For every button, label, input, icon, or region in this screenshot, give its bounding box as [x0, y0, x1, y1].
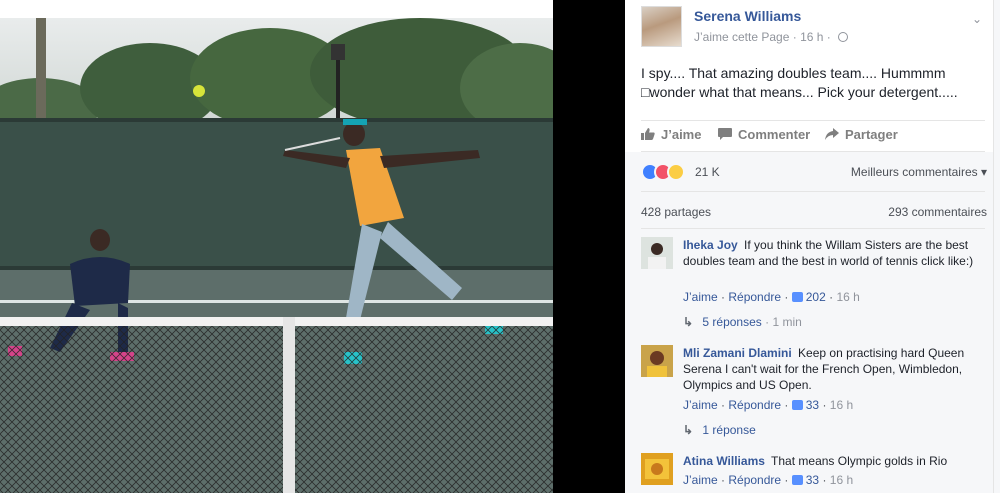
avatar-image: [641, 453, 673, 485]
divider: [641, 228, 985, 229]
comment-sort-label: Meilleurs commentaires: [850, 165, 978, 179]
comment-time[interactable]: 16 h: [836, 290, 859, 304]
comment-text: That means Olympic golds in Rio: [771, 454, 948, 468]
like-page-link[interactable]: J’aime cette Page: [694, 30, 789, 44]
comment-author[interactable]: Iheka Joy: [683, 238, 738, 252]
comment-like-link[interactable]: J’aime: [683, 473, 718, 487]
replies-count: 5 réponses: [702, 315, 762, 329]
photo-viewer: [0, 0, 625, 493]
comment-meta: J’aime · Répondre · 202 · 16 h: [683, 290, 860, 304]
post-timestamp[interactable]: 16 h: [800, 30, 823, 44]
comment-author[interactable]: Atina Williams: [683, 454, 765, 468]
tennis-photo: [0, 18, 553, 493]
comment-item: Mli Zamani Dlamini Keep on practising ha…: [641, 345, 985, 445]
comment-label: Commenter: [738, 127, 811, 142]
meta-separator-2: ·: [826, 30, 831, 44]
comment-reply-link[interactable]: Répondre: [728, 398, 781, 412]
post-header: Serena Williams J’aime cette Page · 16 h…: [641, 6, 986, 47]
comment-meta: J’aime · Répondre · 33 · 16 h: [683, 473, 854, 487]
share-count[interactable]: 428 partages: [641, 205, 711, 219]
share-button[interactable]: Partager: [825, 127, 898, 142]
page-avatar[interactable]: [641, 6, 682, 47]
comment-like-link[interactable]: J’aime: [683, 290, 718, 304]
like-label: J’aime: [661, 127, 702, 142]
share-arrow-icon: [825, 128, 839, 140]
comment-author[interactable]: Mli Zamani Dlamini: [683, 346, 792, 360]
comment-like-link[interactable]: J’aime: [683, 398, 718, 412]
comment-count[interactable]: 293 commentaires: [888, 205, 987, 219]
view-replies-link[interactable]: ↳ 5 réponses · 1 min: [683, 315, 802, 329]
thumbs-up-icon: [791, 475, 803, 485]
post-meta: J’aime cette Page · 16 h ·: [694, 30, 849, 44]
comment-body: Mli Zamani Dlamini Keep on practising ha…: [683, 345, 983, 393]
commenter-avatar[interactable]: [641, 453, 673, 485]
thumbs-up-icon: [641, 128, 655, 140]
comment-button[interactable]: Commenter: [718, 127, 810, 142]
comment-reply-link[interactable]: Répondre: [728, 290, 781, 304]
comment-time[interactable]: 16 h: [830, 398, 853, 412]
comment-item: Atina Williams That means Olympic golds …: [641, 453, 985, 493]
reply-arrow-icon: ↳: [683, 315, 694, 329]
comment-like-count[interactable]: 33: [806, 473, 819, 487]
reaction-count[interactable]: 21 K: [695, 165, 720, 179]
view-replies-link[interactable]: ↳ 1 réponse: [683, 423, 756, 437]
speech-bubble-icon: [718, 128, 732, 140]
thumbs-up-icon: [791, 400, 803, 410]
divider: [641, 191, 985, 192]
globe-icon: [838, 32, 849, 42]
comment-time[interactable]: 16 h: [830, 473, 853, 487]
meta-separator: ·: [792, 30, 797, 44]
replies-count: 1 réponse: [702, 423, 756, 437]
like-button[interactable]: J’aime: [641, 127, 701, 142]
comment-item: Iheka Joy If you think the Willam Sister…: [641, 237, 985, 337]
photo-top-edge: [0, 0, 553, 18]
replies-time: 1 min: [772, 315, 802, 329]
chevron-down-icon[interactable]: ⌄: [972, 12, 982, 26]
comment-body: Iheka Joy If you think the Willam Sister…: [683, 237, 983, 269]
avatar-image: [641, 237, 673, 269]
post-actions-bar: J’aime Commenter Partager: [641, 120, 985, 152]
share-label: Partager: [845, 127, 898, 142]
post-text: I spy.... That amazing doubles team.... …: [641, 65, 958, 100]
comment-meta: J’aime · Répondre · 33 · 16 h: [683, 398, 854, 412]
avatar-image: [641, 345, 673, 377]
post-photo[interactable]: [0, 18, 553, 493]
comment-like-count[interactable]: 33: [806, 398, 819, 412]
commenter-avatar[interactable]: [641, 345, 673, 377]
haha-reaction-icon: [667, 163, 685, 181]
commenter-avatar[interactable]: [641, 237, 673, 269]
reply-arrow-icon: ↳: [683, 423, 694, 437]
caret-down-icon: ▾: [980, 165, 987, 179]
comment-body: Atina Williams That means Olympic golds …: [683, 453, 983, 469]
comment-like-count[interactable]: 202: [806, 290, 826, 304]
scrollbar[interactable]: [993, 0, 1000, 493]
comment-sort-dropdown[interactable]: Meilleurs commentaires ▾: [851, 165, 987, 179]
page-name-link[interactable]: Serena Williams: [694, 8, 801, 24]
comment-reply-link[interactable]: Répondre: [728, 473, 781, 487]
post-sidebar: Serena Williams J’aime cette Page · 16 h…: [625, 0, 1000, 493]
thumbs-up-icon: [791, 292, 803, 302]
